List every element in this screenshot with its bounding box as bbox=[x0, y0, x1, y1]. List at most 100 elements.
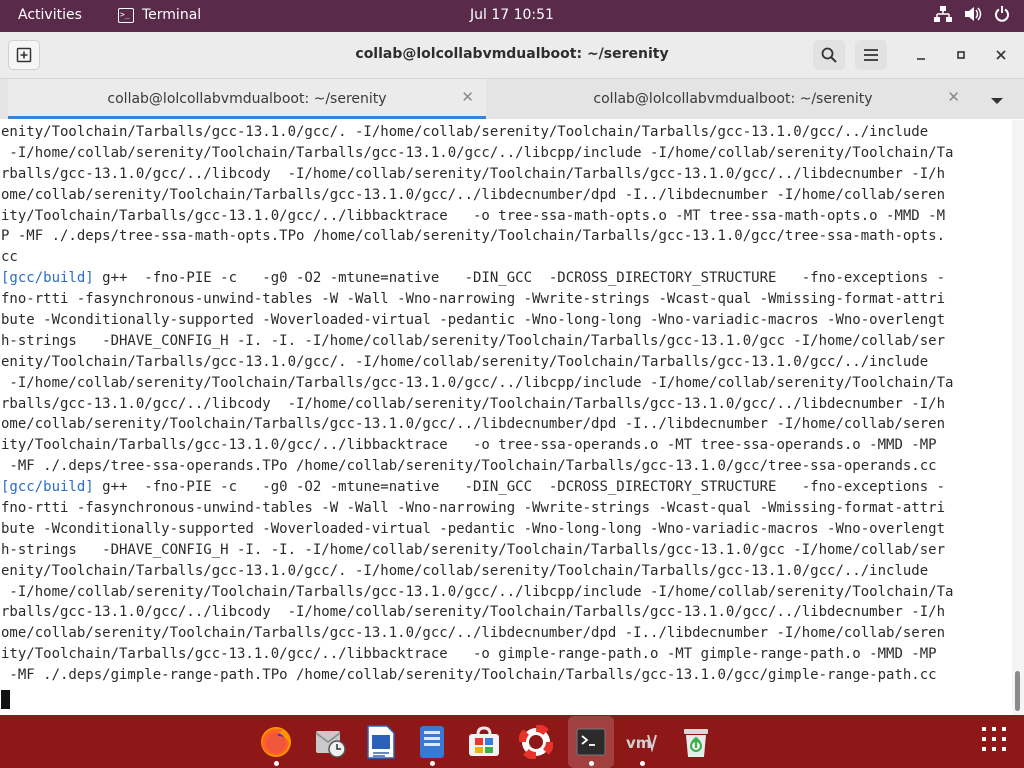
terminal-line: enity/Toolchain/Tarballs/gcc-13.1.0/gcc/… bbox=[1, 561, 953, 582]
terminal-line: ity/Toolchain/Tarballs/gcc-13.1.0/gcc/..… bbox=[1, 435, 953, 456]
line-text: ity/Toolchain/Tarballs/gcc-13.1.0/gcc/..… bbox=[1, 207, 946, 224]
close-window-button[interactable] bbox=[985, 40, 1017, 70]
tab-bar: collab@lolcollabvmdualboot: ~/serenity ✕… bbox=[0, 79, 1024, 119]
chevron-down-icon bbox=[991, 98, 1003, 104]
tab-close-icon[interactable]: ✕ bbox=[947, 88, 960, 106]
activities-button[interactable]: Activities bbox=[18, 7, 82, 23]
file-manager-icon bbox=[420, 726, 444, 758]
top-bar: Activities >_ Terminal Jul 17 10:51 bbox=[0, 0, 1024, 32]
line-text: rballs/gcc-13.1.0/gcc/../libcody -I/home… bbox=[1, 165, 946, 182]
dock-trash[interactable] bbox=[676, 722, 716, 762]
dock-terminal[interactable] bbox=[571, 722, 611, 766]
tab-label: collab@lolcollabvmdualboot: ~/serenity bbox=[107, 91, 387, 107]
dock-firefox[interactable] bbox=[256, 722, 296, 766]
tab-label: collab@lolcollabvmdualboot: ~/serenity bbox=[593, 91, 873, 107]
maximize-button[interactable] bbox=[945, 40, 977, 70]
tab-close-icon[interactable]: ✕ bbox=[461, 88, 474, 106]
terminal-line: [gcc/build] g++ -fno-PIE -c -g0 -O2 -mtu… bbox=[1, 477, 953, 498]
terminal-line: -I/home/collab/serenity/Toolchain/Tarbal… bbox=[1, 582, 953, 603]
terminal-line: -I/home/collab/serenity/Toolchain/Tarbal… bbox=[1, 143, 953, 164]
terminal-line: ome/collab/serenity/Toolchain/Tarballs/g… bbox=[1, 185, 953, 206]
terminal-line: ome/collab/serenity/Toolchain/Tarballs/g… bbox=[1, 414, 953, 435]
line-text: ome/collab/serenity/Toolchain/Tarballs/g… bbox=[1, 416, 946, 433]
terminal-line: rballs/gcc-13.1.0/gcc/../libcody -I/home… bbox=[1, 602, 953, 623]
line-text: g++ -fno-PIE -c -g0 -O2 -mtune=native -D… bbox=[93, 270, 946, 287]
tab-2[interactable]: collab@lolcollabvmdualboot: ~/serenity ✕ bbox=[494, 79, 972, 119]
tab-list-dropdown-button[interactable] bbox=[990, 91, 1010, 107]
line-text: fno-rtti -fasynchronous-unwind-tables -W… bbox=[1, 500, 946, 517]
line-text: -I/home/collab/serenity/Toolchain/Tarbal… bbox=[1, 144, 954, 161]
minimize-button[interactable] bbox=[905, 40, 937, 70]
app-grid-icon bbox=[982, 727, 1006, 751]
line-text: ome/collab/serenity/Toolchain/Tarballs/g… bbox=[1, 625, 946, 642]
firefox-icon bbox=[261, 727, 291, 757]
vm-icon: vm bbox=[626, 734, 657, 752]
line-text: rballs/gcc-13.1.0/gcc/../libcody -I/home… bbox=[1, 395, 946, 412]
lifebuoy-icon bbox=[519, 725, 553, 759]
tab-1[interactable]: collab@lolcollabvmdualboot: ~/serenity ✕ bbox=[8, 79, 486, 119]
dock-files[interactable] bbox=[412, 722, 452, 766]
system-tray[interactable] bbox=[934, 6, 1010, 22]
dock-software[interactable] bbox=[464, 722, 504, 762]
terminal-line: enity/Toolchain/Tarballs/gcc-13.1.0/gcc/… bbox=[1, 352, 953, 373]
running-indicator bbox=[274, 761, 279, 766]
network-icon bbox=[934, 6, 952, 22]
terminal-line: fno-rtti -fasynchronous-unwind-tables -W… bbox=[1, 498, 953, 519]
line-text: g++ -fno-PIE -c -g0 -O2 -mtune=native -D… bbox=[93, 479, 946, 496]
line-text: enity/Toolchain/Tarballs/gcc-13.1.0/gcc/… bbox=[1, 353, 929, 370]
hamburger-icon bbox=[864, 49, 878, 61]
app-menu[interactable]: >_ Terminal bbox=[118, 7, 201, 23]
dock-vmware[interactable]: vm bbox=[622, 722, 662, 766]
search-button[interactable] bbox=[813, 40, 845, 70]
new-tab-button[interactable] bbox=[8, 40, 40, 70]
document-icon bbox=[367, 725, 395, 759]
volume-icon bbox=[964, 6, 982, 22]
line-text: P -MF ./.deps/tree-ssa-math-opts.TPo /ho… bbox=[1, 228, 946, 245]
running-indicator bbox=[640, 761, 645, 766]
window-header-bar: collab@lolcollabvmdualboot: ~/serenity bbox=[0, 32, 1024, 79]
terminal-line: fno-rtti -fasynchronous-unwind-tables -W… bbox=[1, 289, 953, 310]
terminal-scrollbar[interactable] bbox=[1012, 120, 1024, 715]
trash-icon bbox=[684, 729, 708, 757]
terminal-line: h-strings -DHAVE_CONFIG_H -I. -I. -I/hom… bbox=[1, 540, 953, 561]
terminal-line: cc bbox=[1, 247, 953, 268]
line-text: h-strings -DHAVE_CONFIG_H -I. -I. -I/hom… bbox=[1, 541, 946, 558]
line-text: cc bbox=[1, 249, 18, 266]
app-menu-label: Terminal bbox=[142, 7, 202, 23]
line-text: enity/Toolchain/Tarballs/gcc-13.1.0/gcc/… bbox=[1, 562, 929, 579]
build-tag: [gcc/build] bbox=[1, 270, 94, 287]
line-text: bute -Wconditionally-supported -Woverloa… bbox=[1, 312, 946, 329]
terminal-small-icon: >_ bbox=[118, 7, 134, 23]
terminal-cursor bbox=[1, 690, 10, 709]
terminal-line: P -MF ./.deps/tree-ssa-math-opts.TPo /ho… bbox=[1, 226, 953, 247]
terminal-line: ity/Toolchain/Tarballs/gcc-13.1.0/gcc/..… bbox=[1, 206, 953, 227]
clock[interactable]: Jul 17 10:51 bbox=[470, 7, 554, 23]
show-applications-button[interactable] bbox=[980, 725, 1008, 753]
terminal-line: -MF ./.deps/tree-ssa-operands.TPo /home/… bbox=[1, 456, 953, 477]
line-text: bute -Wconditionally-supported -Woverloa… bbox=[1, 520, 946, 537]
hamburger-menu-button[interactable] bbox=[855, 40, 887, 70]
mail-clock-icon bbox=[315, 731, 346, 758]
running-indicator bbox=[430, 761, 435, 766]
scrollbar-thumb[interactable] bbox=[1015, 671, 1020, 711]
terminal-line: ity/Toolchain/Tarballs/gcc-13.1.0/gcc/..… bbox=[1, 644, 953, 665]
dock-evolution[interactable] bbox=[310, 722, 350, 762]
running-indicator bbox=[589, 761, 594, 766]
terminal-line: bute -Wconditionally-supported -Woverloa… bbox=[1, 310, 953, 331]
search-icon bbox=[821, 47, 837, 63]
line-text: -I/home/collab/serenity/Toolchain/Tarbal… bbox=[1, 374, 954, 391]
software-center-icon bbox=[469, 726, 499, 756]
terminal-line: bute -Wconditionally-supported -Woverloa… bbox=[1, 519, 953, 540]
line-text: ome/collab/serenity/Toolchain/Tarballs/g… bbox=[1, 186, 946, 203]
dock-help[interactable] bbox=[516, 722, 556, 762]
dock bbox=[0, 715, 1024, 768]
minimize-icon bbox=[917, 58, 925, 60]
terminal-icon bbox=[576, 728, 606, 756]
new-tab-icon bbox=[16, 47, 32, 63]
dock-writer[interactable] bbox=[361, 722, 401, 762]
terminal-line: enity/Toolchain/Tarballs/gcc-13.1.0/gcc/… bbox=[1, 122, 953, 143]
build-tag: [gcc/build] bbox=[1, 479, 94, 496]
terminal-output[interactable]: enity/Toolchain/Tarballs/gcc-13.1.0/gcc/… bbox=[0, 120, 1012, 715]
line-text: ity/Toolchain/Tarballs/gcc-13.1.0/gcc/..… bbox=[1, 646, 937, 663]
line-text: -I/home/collab/serenity/Toolchain/Tarbal… bbox=[1, 583, 954, 600]
